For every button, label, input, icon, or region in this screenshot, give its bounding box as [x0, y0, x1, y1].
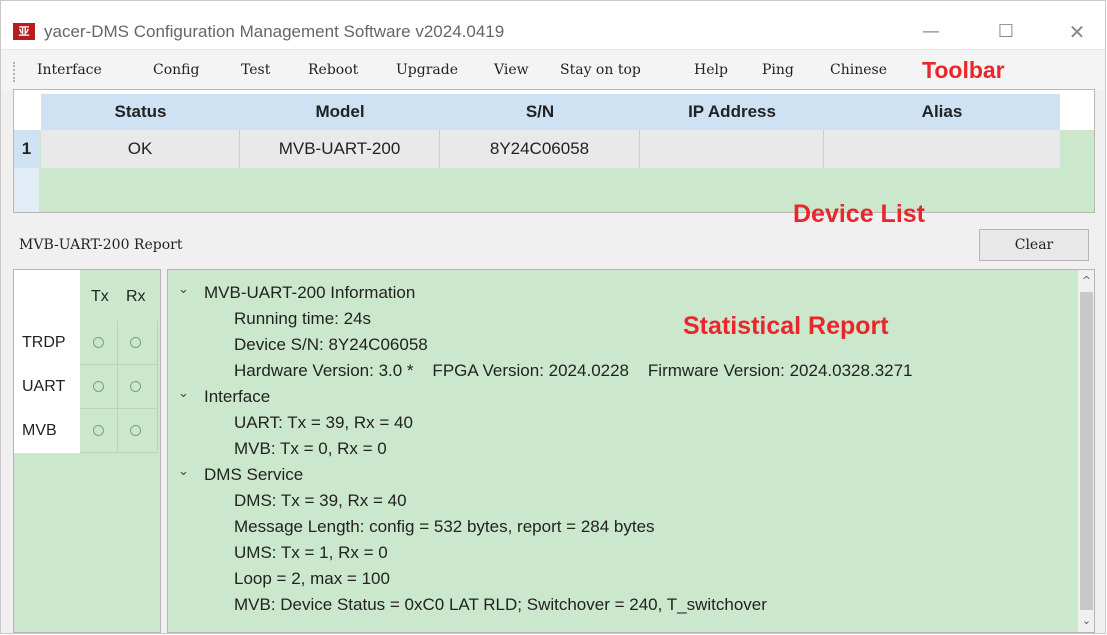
io-label-trdp: TRDP: [22, 334, 66, 351]
uart-tx-indicator-icon: [93, 381, 104, 392]
collapse-chevron-icon[interactable]: ⌄: [178, 464, 190, 479]
io-cell: [80, 409, 118, 453]
column-header-model[interactable]: Model: [240, 94, 440, 130]
report-line: UMS: Tx = 1, Rx = 0: [234, 543, 388, 562]
mvb-rx-indicator-icon: [130, 425, 141, 436]
close-button[interactable]: ✕: [1066, 21, 1088, 43]
scrollbar-thumb[interactable]: [1080, 292, 1093, 610]
report-line: Hardware Version: 3.0 * FPGA Version: 20…: [234, 361, 913, 380]
mvb-tx-indicator-icon: [93, 425, 104, 436]
cell-sn[interactable]: 8Y24C06058: [440, 130, 640, 168]
scroll-up-icon[interactable]: ^: [1078, 274, 1094, 287]
report-line: MVB: Device Status = 0xC0 LAT RLD; Switc…: [234, 595, 767, 614]
section-heading[interactable]: Interface: [204, 387, 270, 407]
section-heading[interactable]: MVB-UART-200 Information: [204, 283, 415, 303]
menu-test[interactable]: Test: [241, 62, 270, 78]
collapse-chevron-icon[interactable]: ⌄: [178, 386, 190, 401]
statistical-report[interactable]: ⌄ MVB-UART-200 Information Running time:…: [167, 269, 1095, 633]
report-line: UART: Tx = 39, Rx = 40: [234, 413, 413, 432]
menu-upgrade[interactable]: Upgrade: [396, 62, 458, 78]
maximize-button[interactable]: ☐: [995, 21, 1017, 43]
cell-alias[interactable]: [824, 130, 1060, 168]
report-line: Running time: 24s: [234, 309, 372, 328]
io-cell: [118, 409, 158, 453]
collapse-chevron-icon[interactable]: ⌄: [178, 282, 190, 297]
app-window: 亚 yacer-DMS Configuration Management Sof…: [0, 0, 1106, 634]
clear-button[interactable]: Clear: [979, 229, 1089, 261]
report-annotation: Statistical Report: [683, 312, 889, 340]
cell-ip-address[interactable]: [640, 130, 824, 168]
io-status-panel: TRDP UART MVB Tx Rx: [13, 269, 161, 633]
report-line: Loop = 2, max = 100: [234, 569, 390, 588]
io-cell: [80, 321, 118, 365]
window-title: yacer-DMS Configuration Management Softw…: [44, 22, 505, 41]
toolbar-grip-icon[interactable]: [13, 62, 18, 82]
io-label-uart: UART: [22, 378, 66, 395]
menu-ping[interactable]: Ping: [762, 62, 794, 78]
row-header-empty: [14, 168, 39, 212]
trdp-tx-indicator-icon: [93, 337, 104, 348]
table-row[interactable]: OK MVB-UART-200 8Y24C06058: [41, 130, 1060, 168]
device-list-annotation: Device List: [793, 200, 926, 228]
scroll-down-icon[interactable]: ⌄: [1078, 614, 1094, 627]
report-line: MVB: Tx = 0, Rx = 0: [234, 439, 387, 458]
menu-stay-on-top[interactable]: Stay on top: [560, 62, 641, 78]
menu-reboot[interactable]: Reboot: [308, 62, 358, 78]
uart-rx-indicator-icon: [130, 381, 141, 392]
report-line: Device S/N: 8Y24C06058: [234, 335, 428, 354]
column-header-sn[interactable]: S/N: [440, 94, 640, 130]
column-header-status[interactable]: Status: [41, 94, 240, 130]
menu-config[interactable]: Config: [153, 62, 199, 78]
toolbar-annotation: Toolbar: [922, 57, 1005, 83]
io-cell: [80, 365, 118, 409]
device-list-corner: [14, 90, 41, 130]
column-header-ip-address[interactable]: IP Address: [640, 94, 824, 130]
io-header-tx: Tx: [91, 288, 109, 305]
cell-status[interactable]: OK: [41, 130, 240, 168]
device-list: Status Model S/N IP Address Alias 1 OK M…: [13, 89, 1095, 228]
row-index[interactable]: 1: [14, 130, 39, 168]
cell-model[interactable]: MVB-UART-200: [240, 130, 440, 168]
trdp-rx-indicator-icon: [130, 337, 141, 348]
menu-chinese[interactable]: Chinese: [830, 62, 887, 78]
io-header-rx: Rx: [126, 288, 146, 305]
app-logo-icon: 亚: [13, 23, 35, 40]
io-cell: [118, 321, 158, 365]
io-row-labels: TRDP UART MVB: [14, 270, 80, 453]
toolbar: Interface Config Test Reboot Upgrade Vie…: [1, 49, 1105, 90]
report-line: Message Length: config = 532 bytes, repo…: [234, 517, 655, 536]
title-bar[interactable]: 亚 yacer-DMS Configuration Management Sof…: [1, 1, 1105, 49]
report-line: DMS: Tx = 39, Rx = 40: [234, 491, 407, 510]
report-title: MVB-UART-200 Report: [19, 237, 183, 253]
menu-help[interactable]: Help: [694, 62, 728, 78]
device-list-body: 1 OK MVB-UART-200 8Y24C06058 Device List: [14, 130, 1094, 228]
menu-interface[interactable]: Interface: [37, 62, 102, 78]
column-header-alias[interactable]: Alias: [824, 94, 1060, 130]
device-list-header: Status Model S/N IP Address Alias: [41, 94, 1060, 130]
report-scrollbar[interactable]: ^ ⌄: [1078, 270, 1094, 632]
menu-view[interactable]: View: [494, 62, 529, 78]
minimize-button[interactable]: —: [920, 21, 942, 43]
io-label-mvb: MVB: [22, 422, 57, 439]
section-heading[interactable]: DMS Service: [204, 465, 303, 485]
io-cell: [118, 365, 158, 409]
